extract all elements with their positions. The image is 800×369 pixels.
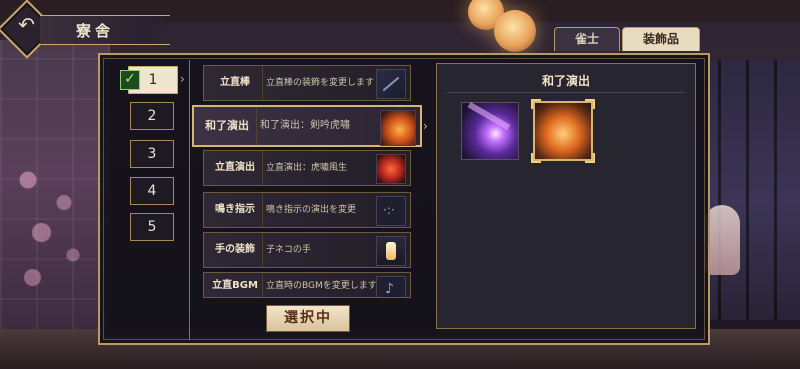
tiger-flame-icon[interactable] xyxy=(531,99,595,163)
selection-corner xyxy=(531,153,541,163)
item-call-indicator[interactable]: 鳴き指示 鳴き指示の演出を変更 xyxy=(203,192,411,228)
tab-janshi[interactable]: 雀士 xyxy=(554,27,620,51)
chevron-right-icon: › xyxy=(423,119,428,133)
kitten-paw-icon xyxy=(376,236,406,266)
cherry-blossom-decoration xyxy=(10,150,100,300)
detail-panel: 和了演出 xyxy=(436,63,696,329)
item-name: 手の装飾 xyxy=(208,233,263,267)
detail-divider xyxy=(447,92,685,93)
tiger-flame-icon xyxy=(380,110,416,146)
item-desc: 立直時のBGMを変更します xyxy=(266,281,377,291)
tiger-roar-icon xyxy=(376,154,406,184)
item-name: 立直演出 xyxy=(208,151,263,185)
item-name: 和了演出 xyxy=(198,107,257,145)
slot-4[interactable]: 4 xyxy=(130,177,174,205)
item-win-effect[interactable]: 和了演出 和了演出：剣吟虎嘯 xyxy=(192,105,422,147)
item-riichi-effect[interactable]: 立直演出 立直演出：虎嘯風生 xyxy=(203,150,411,186)
chevron-right-icon: › xyxy=(180,72,185,86)
item-desc: 子ネコの手 xyxy=(266,245,311,255)
page-title: 寮舎 xyxy=(76,22,115,40)
purple-beam-icon[interactable] xyxy=(461,102,519,160)
slot-5[interactable]: 5 xyxy=(130,213,174,241)
riichi-stick-icon xyxy=(376,69,406,99)
slot-3[interactable]: 3 xyxy=(130,140,174,168)
item-desc: 立直棒の装飾を変更します xyxy=(266,78,375,88)
item-riichi-stick[interactable]: 立直棒 立直棒の装飾を変更します xyxy=(203,65,411,101)
lantern-right xyxy=(494,10,536,52)
music-note-icon xyxy=(376,276,406,297)
tab-decorations[interactable]: 装飾品 xyxy=(622,27,700,51)
back-arrow-icon: ↶ xyxy=(18,12,35,37)
item-desc: 和了演出：剣吟虎嘯 xyxy=(260,120,350,131)
checkmark-icon: ✓ xyxy=(120,70,140,90)
call-indicator-icon xyxy=(376,196,406,226)
item-riichi-bgm[interactable]: 立直BGM 立直時のBGMを変更します xyxy=(203,272,411,298)
item-desc: 立直演出：虎嘯風生 xyxy=(266,163,348,173)
detail-title: 和了演出 xyxy=(541,74,590,88)
slot-2[interactable]: 2 xyxy=(130,102,174,130)
item-name: 鳴き指示 xyxy=(208,193,263,227)
item-desc: 鳴き指示の演出を変更 xyxy=(266,205,357,215)
item-name: 立直BGM xyxy=(208,273,263,297)
divider xyxy=(189,60,190,340)
title-bar: 寮舎 xyxy=(40,15,170,45)
selection-corner xyxy=(531,99,541,109)
selection-corner xyxy=(585,153,595,163)
item-name: 立直棒 xyxy=(208,66,263,100)
selected-button[interactable]: 選択中 xyxy=(266,305,350,332)
item-hand-decoration[interactable]: 手の装飾 子ネコの手 xyxy=(203,232,411,268)
selection-corner xyxy=(585,99,595,109)
